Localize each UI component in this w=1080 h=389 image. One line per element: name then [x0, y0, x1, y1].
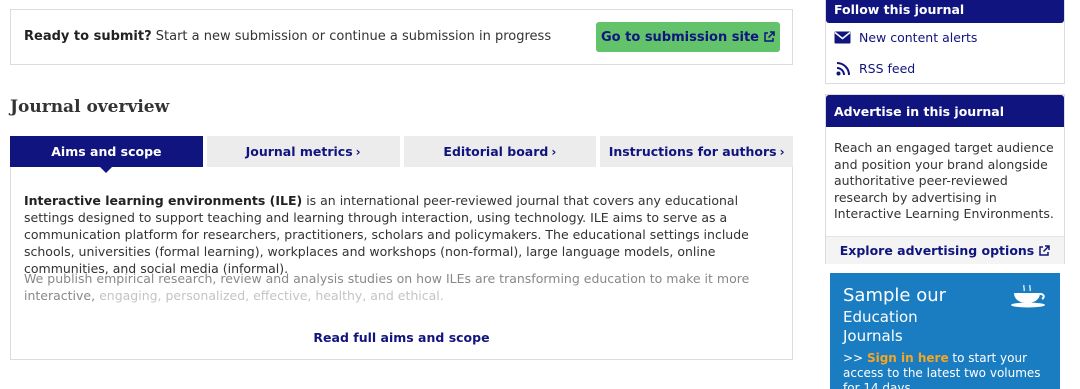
journal-overview-heading: Journal overview — [10, 97, 170, 117]
sample-education-journals-banner[interactable]: Sample our Education Journals >> Sign in … — [830, 273, 1060, 389]
sign-in-link[interactable]: Sign in here — [867, 351, 949, 365]
teacup-icon — [1011, 284, 1045, 308]
chevron-right-icon: › — [551, 144, 557, 159]
follow-journal-heading: Follow this journal — [826, 0, 1064, 23]
banner-description: >> Sign in here to start your access to … — [843, 351, 1041, 389]
aims-paragraph-2: We publish empirical research, review an… — [24, 271, 750, 303]
external-link-icon — [764, 31, 775, 42]
tab-editorial-board[interactable]: Editorial board › — [403, 136, 597, 167]
new-content-alerts-link[interactable]: New content alerts — [834, 30, 977, 45]
chevron-right-icon: › — [355, 144, 361, 159]
submission-panel: Ready to submit? Start a new submission … — [10, 9, 793, 65]
go-to-submission-button[interactable]: Go to submission site — [596, 22, 780, 52]
aims-paragraph-1: Interactive learning environments (ILE) … — [24, 193, 749, 276]
follow-journal-panel: Follow this journal New content alerts R… — [825, 0, 1065, 84]
external-link-icon — [1039, 244, 1050, 256]
rss-icon — [834, 61, 851, 76]
advertise-panel: Advertise in this journal Reach an engag… — [825, 94, 1065, 264]
banner-title: Sample our — [843, 285, 947, 306]
read-full-aims-link[interactable]: Read full aims and scope — [11, 330, 792, 345]
advertise-heading: Advertise in this journal — [826, 95, 1064, 127]
rss-feed-link[interactable]: RSS feed — [834, 61, 915, 76]
tab-aims-and-scope[interactable]: Aims and scope — [10, 136, 203, 173]
chevron-right-icon: › — [779, 144, 785, 159]
aims-and-scope-panel: Interactive learning environments (ILE) … — [10, 167, 793, 360]
envelope-icon — [834, 31, 851, 45]
tab-instructions-for-authors[interactable]: Instructions for authors › — [600, 136, 793, 167]
explore-advertising-link[interactable]: Explore advertising options — [826, 236, 1064, 264]
advertise-description: Reach an engaged target audience and pos… — [834, 140, 1054, 221]
overview-tabs: Aims and scope Journal metrics › Editoria… — [10, 136, 793, 173]
banner-subtitle: Education Journals — [843, 308, 918, 345]
go-to-submission-label: Go to submission site — [601, 29, 759, 45]
submission-prompt: Ready to submit? Start a new submission … — [24, 29, 552, 44]
tab-journal-metrics[interactable]: Journal metrics › — [206, 136, 400, 167]
